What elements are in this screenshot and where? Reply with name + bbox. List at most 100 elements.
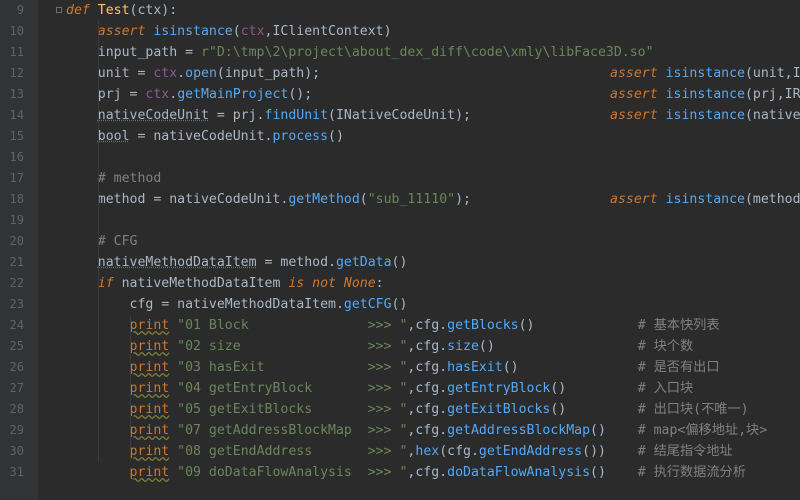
code-token: ,IClientContext) [264,24,392,39]
code-token: hex [415,444,440,459]
code-token: ctx [153,66,178,81]
code-token: getEntryBlock [447,381,551,396]
code-token: bool [97,129,130,144]
code-text: print "07 getAddressBlockMap >>> ",cfg.g… [66,420,768,441]
line-number: 26 [9,360,24,374]
code-text: print "08 getEndAddress >>> ",hex(cfg.ge… [66,441,733,462]
code-token: ,cfg. [407,318,448,333]
code-text: print "09 doDataFlowAnalysis >>> ",cfg.d… [66,462,746,483]
code-line[interactable]: 15 bool = nativeCodeUnit.process() [0,126,800,147]
code-token: r"D:\tmp\2\project\about_dex_diff\code\x… [200,45,654,60]
code-text: unit = ctx.open(input_path); [66,63,320,84]
code-line[interactable]: 17 # method [0,168,800,189]
code-line[interactable]: 20 # CFG [0,231,800,252]
code-token: () [550,381,638,396]
code-text: prj = ctx.getMainProject(); [66,84,312,105]
code-text: if nativeMethodDataItem is not None: [66,273,384,294]
code-text: print "01 Block >>> ",cfg.getBlocks() # … [66,315,720,336]
code-line[interactable]: 29 print "07 getAddressBlockMap >>> ",cf… [0,420,800,441]
code-text: print "02 size >>> ",cfg.size() # 块个数 [66,336,694,357]
code-token: getMethod [288,192,360,207]
code-token: () [590,423,638,438]
code-line[interactable]: 23 cfg = nativeMethodDataItem.getCFG() [0,294,800,315]
code-area[interactable]: 9 def Test(ctx): 10 assert isinstance(ctx,… [0,0,800,500]
code-token: () [391,297,408,312]
line-number: 27 [9,381,24,395]
fold-toggle-icon[interactable] [56,7,62,13]
code-token: ()) [582,444,638,459]
code-text: def Test(ctx): [66,0,177,21]
code-token: (unit,I [744,66,800,81]
code-text: print "04 getEntryBlock >>> ",cfg.getEnt… [66,378,694,399]
code-token: # map<偏移地址,块> [637,423,768,438]
line-number: 24 [9,318,24,332]
code-token: print [129,465,170,480]
code-token: prj = [66,87,146,102]
code-line[interactable]: 25 print "02 size >>> ",cfg.size() # 块个数 [0,336,800,357]
code-token: is not None [288,276,376,291]
line-number: 21 [9,255,24,269]
code-token: process [272,129,329,144]
code-token: isinstance [665,66,745,81]
code-text: # CFG [66,231,138,252]
code-token: ,cfg. [407,423,448,438]
code-token: () [391,255,408,270]
code-line[interactable]: 9 def Test(ctx): [0,0,800,21]
code-token: ,cfg. [407,360,448,375]
code-token: size [447,339,479,354]
code-line[interactable]: 22 if nativeMethodDataItem is not None: [0,273,800,294]
line-number: 11 [9,45,24,59]
code-line[interactable]: 18 method = nativeCodeUnit.getMethod("su… [0,189,800,210]
code-token: Test [97,3,130,18]
code-line[interactable]: 24 print "01 Block >>> ",cfg.getBlocks()… [0,315,800,336]
code-token: # 结尾指令地址 [637,444,733,459]
line-number: 15 [9,129,24,143]
code-line[interactable]: 19 [0,210,800,231]
code-token: isinstance [665,192,745,207]
code-token: if [97,276,122,291]
line-number: 17 [9,171,24,185]
code-line[interactable]: 31 print "09 doDataFlowAnalysis >>> ",cf… [0,462,800,483]
code-line[interactable]: 26 print "03 hasExit >>> ",cfg.hasExit()… [0,357,800,378]
code-token: (prj,IR [744,87,800,102]
code-token: getAddressBlockMap [447,423,591,438]
line-number: 31 [9,465,24,479]
line-number: 19 [9,213,24,227]
code-token: isinstance [665,108,745,123]
code-editor[interactable]: 9 def Test(ctx): 10 assert isinstance(ctx,… [0,0,800,500]
code-line[interactable]: 27 print "04 getEntryBlock >>> ",cfg.get… [0,378,800,399]
code-token: : [375,276,384,291]
code-line[interactable]: 12 unit = ctx.open(input_path); assert is… [0,63,800,84]
code-token: getBlocks [447,318,519,333]
code-token: print [129,423,170,438]
code-token: ); [455,192,471,207]
code-line[interactable]: 28 print "05 getExitBlocks >>> ",cfg.get… [0,399,800,420]
code-text-right: assert isinstance(prj,IR [610,84,800,105]
code-line[interactable]: 30 print "08 getEndAddress >>> ",hex(cfg… [0,441,800,462]
code-line[interactable]: 16 [0,147,800,168]
code-token: ,cfg. [407,381,448,396]
code-line[interactable]: 11 input_path = r"D:\tmp\2\project\about… [0,42,800,63]
code-token: assert [610,192,666,207]
line-number: 28 [9,402,24,416]
code-text: nativeMethodDataItem = method.getData() [66,252,408,273]
code-token: assert [610,87,666,102]
code-line[interactable]: 13 prj = ctx.getMainProject(); assert isi… [0,84,800,105]
code-line[interactable]: 14 nativeCodeUnit = prj.findUnit(INative… [0,105,800,126]
code-token: ctx [145,87,170,102]
code-token: assert [610,66,666,81]
code-token: hasExit [447,360,503,375]
code-token: ,cfg. [407,402,448,417]
code-token: () [518,318,638,333]
code-text: input_path = r"D:\tmp\2\project\about_de… [66,42,654,63]
code-line[interactable]: 10 assert isinstance(ctx,IClientContext) [0,21,800,42]
code-token: ( [359,192,368,207]
code-token: = nativeCodeUnit. [129,129,273,144]
code-token: "07 getAddressBlockMap >>> " [169,423,408,438]
code-line[interactable]: 21 nativeMethodDataItem = method.getData… [0,252,800,273]
